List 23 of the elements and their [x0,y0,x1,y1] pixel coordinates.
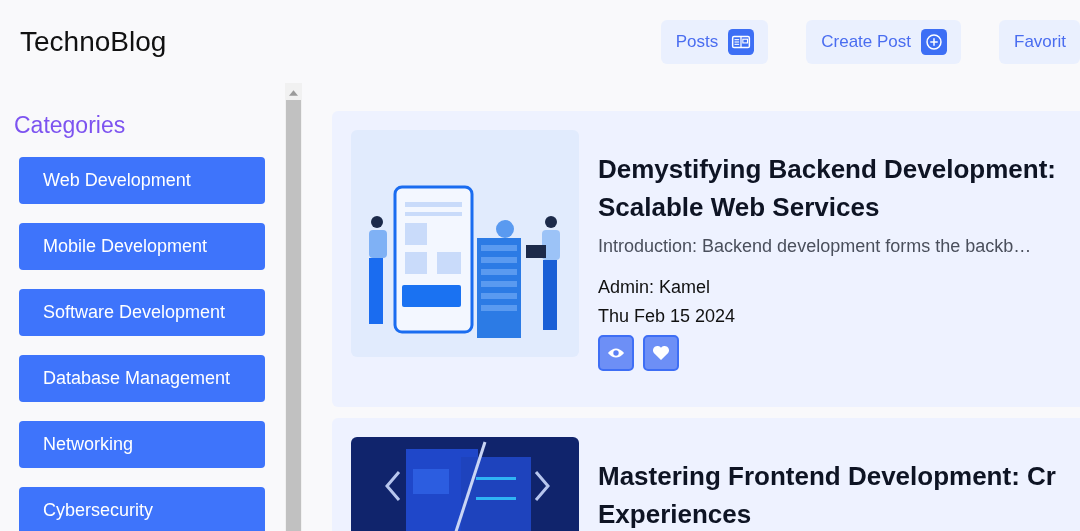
nav-button[interactable]: Create Post [806,19,962,64]
sidebar-title: Categories [14,112,126,139]
category-button[interactable]: Mobile Development [19,223,265,270]
post-date: Thu Feb 15 2024 [598,305,737,328]
category-button[interactable]: Networking [19,421,265,468]
view-button[interactable] [598,335,634,371]
heart-icon [652,345,670,361]
category-button[interactable]: Database Management [19,355,265,402]
post-title[interactable]: Demystifying Backend Development: Scalable Web Services [598,150,1056,226]
favorite-button[interactable] [643,335,679,371]
nav-button[interactable]: Posts [660,19,769,64]
scroll-up-icon[interactable] [289,90,298,96]
scrollbar-thumb[interactable] [286,100,301,531]
site-logo[interactable]: TechnoBlog [20,25,661,58]
category-button[interactable]: Web Development [19,157,265,204]
nav-button[interactable]: Favorit [999,19,1080,64]
post-excerpt: Introduction: Backend development forms the backb… [598,236,1033,257]
newspaper-icon [728,28,755,55]
category-button[interactable]: Software Development [19,289,265,336]
post-author: Admin: Kamel [598,276,712,299]
post-title[interactable]: Mastering Frontend Development: Cr Experiences [598,457,1056,531]
scrollbar[interactable] [285,83,302,531]
category-button[interactable]: Cybersecurity [19,487,265,531]
